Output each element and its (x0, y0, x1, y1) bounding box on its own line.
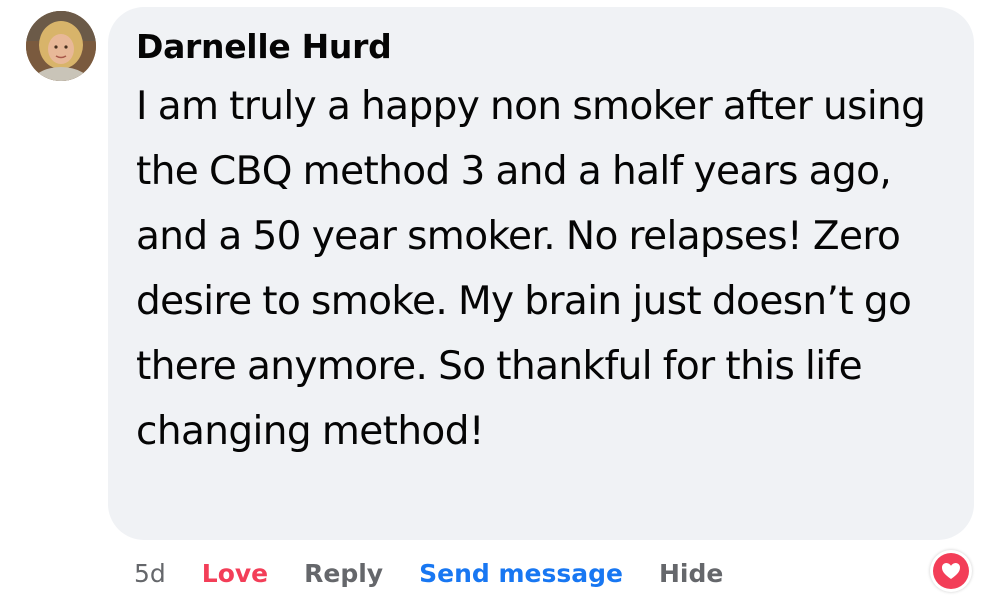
comment: Darnelle Hurd I am truly a happy non smo… (0, 0, 1000, 598)
heart-icon (933, 553, 969, 589)
send-message-button[interactable]: Send message (419, 559, 623, 588)
comment-bubble: Darnelle Hurd I am truly a happy non smo… (108, 7, 974, 540)
avatar[interactable] (26, 11, 96, 81)
comment-actions: 5d Love Reply Send message Hide (134, 553, 723, 593)
love-button[interactable]: Love (202, 559, 268, 588)
hide-button[interactable]: Hide (659, 559, 723, 588)
comment-author[interactable]: Darnelle Hurd (136, 27, 948, 69)
comment-timestamp[interactable]: 5d (134, 559, 166, 588)
reaction-badge[interactable] (930, 550, 972, 592)
profile-photo-icon (26, 11, 96, 81)
comment-text: I am truly a happy non smoker after usin… (136, 84, 926, 454)
reply-button[interactable]: Reply (304, 559, 383, 588)
